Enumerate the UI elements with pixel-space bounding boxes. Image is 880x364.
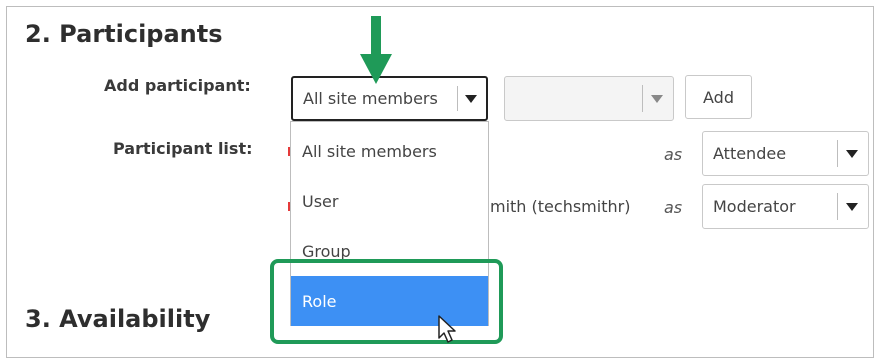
chevron-down-icon[interactable] (651, 94, 663, 103)
chevron-down-icon[interactable] (846, 202, 858, 211)
role-value: Attendee (713, 144, 787, 163)
highlight-box (270, 259, 503, 344)
menu-item-all-site-members[interactable]: All site members (291, 126, 488, 176)
menu-item-user[interactable]: User (291, 176, 488, 226)
participants-heading: 2. Participants (25, 20, 223, 48)
participant-value-select[interactable] (504, 76, 674, 121)
add-button[interactable]: Add (685, 75, 752, 119)
role-select-moderator[interactable]: Moderator (702, 184, 869, 229)
chevron-down-icon[interactable] (846, 149, 858, 158)
role-select-attendee[interactable]: Attendee (702, 131, 869, 176)
arrow-down-icon (360, 16, 392, 84)
chevron-down-icon[interactable] (465, 94, 477, 103)
role-value: Moderator (713, 197, 796, 216)
participant-list-label: Participant list: (113, 139, 253, 158)
participant-name: mith (techsmithr) (490, 197, 631, 216)
add-participant-label: Add participant: (104, 76, 251, 95)
mouse-cursor-icon (438, 315, 456, 343)
as-label: as (664, 145, 683, 164)
availability-heading: 3. Availability (25, 305, 211, 333)
as-label: as (664, 198, 683, 217)
